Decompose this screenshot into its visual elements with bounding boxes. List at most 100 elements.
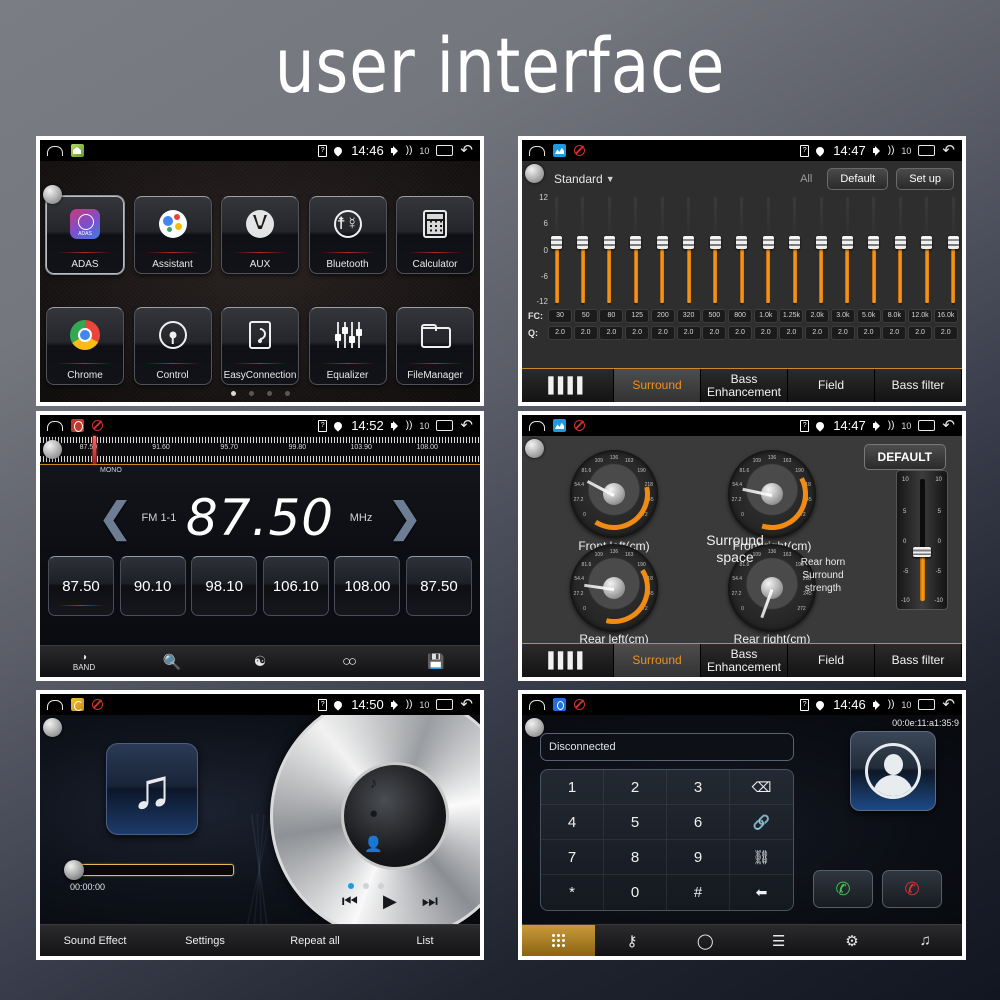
- knob-front-left[interactable]: 0 27.2 54.4 81.6 109 136 163 190 218 245 272: [570, 450, 658, 538]
- equalizer-app-icon[interactable]: [553, 419, 566, 432]
- app-tile-adas[interactable]: ADAS ADAS: [46, 196, 124, 274]
- settings-button[interactable]: Settings: [150, 925, 260, 956]
- eq-thumb[interactable]: [551, 235, 562, 249]
- eq-q-value[interactable]: 2.0: [753, 326, 778, 340]
- chevron-down-icon[interactable]: ▼: [606, 174, 615, 184]
- backspace-icon[interactable]: ⌫: [730, 770, 793, 805]
- eq-band-list[interactable]: [551, 197, 959, 305]
- band-button[interactable]: ◑ BAND: [40, 646, 128, 677]
- eq-fc-value[interactable]: 3.0k: [830, 309, 855, 323]
- volume-knob[interactable]: [525, 164, 544, 183]
- tab-surround[interactable]: Surround: [614, 644, 701, 677]
- back-icon[interactable]: ↶: [460, 418, 473, 433]
- eq-band-1.25k[interactable]: [789, 197, 801, 305]
- tab-bass-filter[interactable]: Bass filter: [875, 369, 962, 402]
- recents-icon[interactable]: [918, 420, 936, 431]
- eq-fc-value[interactable]: 320: [676, 309, 701, 323]
- recents-icon[interactable]: [436, 699, 454, 710]
- eq-fc-value[interactable]: 200: [650, 309, 675, 323]
- dial-key-5[interactable]: 5: [604, 805, 667, 840]
- number-input[interactable]: Disconnected: [540, 733, 794, 761]
- list-button[interactable]: List: [370, 925, 480, 956]
- eq-q-value[interactable]: 2.0: [830, 326, 855, 340]
- preset-button[interactable]: 90.10: [119, 556, 186, 616]
- eq-thumb[interactable]: [683, 235, 695, 249]
- app-tile-calculator[interactable]: Calculator: [396, 196, 474, 274]
- eq-fc-value[interactable]: 50: [573, 309, 598, 323]
- equalizer-tabbar[interactable]: ▌▌▌▌ Surround Bass Enhancement Field Bas…: [522, 368, 962, 402]
- eq-fc-value[interactable]: 2.0k: [805, 309, 830, 323]
- eq-band-500[interactable]: [709, 197, 721, 305]
- save-button[interactable]: 💾: [392, 646, 480, 677]
- tab-contacts[interactable]: ⚷: [595, 925, 668, 956]
- eq-q-value[interactable]: 2.0: [779, 326, 804, 340]
- knob-rear-left[interactable]: 0 27.2 54.4 81.6 109 136 163 190 218 245 272: [570, 544, 658, 632]
- eq-band-1.0k[interactable]: [762, 197, 774, 305]
- eq-band-8.0k[interactable]: [894, 197, 906, 305]
- eq-fc-value[interactable]: 8.0k: [882, 309, 907, 323]
- page-dot[interactable]: [378, 883, 384, 889]
- eq-band-80[interactable]: [603, 197, 615, 305]
- sound-effect-button[interactable]: Sound Effect: [40, 925, 150, 956]
- recents-icon[interactable]: [436, 145, 454, 156]
- eq-thumb[interactable]: [789, 235, 801, 249]
- eq-thumb[interactable]: [868, 235, 880, 249]
- back-icon[interactable]: ↶: [942, 418, 955, 433]
- eq-fc-value[interactable]: 30: [548, 309, 572, 323]
- back-icon[interactable]: ↶: [460, 697, 473, 712]
- home-icon[interactable]: [529, 145, 545, 156]
- bluetooth-app-icon[interactable]: [553, 698, 566, 711]
- eq-thumb[interactable]: [709, 235, 721, 249]
- eq-thumb[interactable]: [894, 235, 906, 249]
- tab-records[interactable]: ☰: [742, 925, 815, 956]
- tab-bass-enhancement[interactable]: Bass Enhancement: [701, 644, 788, 677]
- preset-button[interactable]: 98.10: [191, 556, 258, 616]
- eq-q-value[interactable]: 2.0: [599, 326, 624, 340]
- home-icon[interactable]: [529, 699, 545, 710]
- recents-icon[interactable]: [918, 145, 936, 156]
- radio-toolbar[interactable]: ◑ BAND 🔍 ☯ ○○ 💾: [40, 645, 480, 677]
- eq-thumb[interactable]: [841, 235, 853, 249]
- eq-q-value[interactable]: 2.0: [548, 326, 572, 340]
- app-tile-filemanager[interactable]: FileManager: [396, 307, 474, 385]
- eq-fc-value[interactable]: 500: [702, 309, 727, 323]
- artist-icon[interactable]: 👤: [364, 835, 383, 853]
- page-indicator[interactable]: [40, 391, 480, 396]
- volume-knob[interactable]: [43, 185, 62, 204]
- eq-thumb[interactable]: [815, 235, 827, 249]
- home-icon[interactable]: [47, 420, 63, 431]
- eq-band-12.0k[interactable]: [921, 197, 933, 305]
- call-buttons[interactable]: ✆ ✆: [813, 870, 942, 908]
- back-icon[interactable]: ↶: [942, 143, 955, 158]
- recents-icon[interactable]: [436, 420, 454, 431]
- app-tile-chrome[interactable]: Chrome: [46, 307, 124, 385]
- dial-keypad[interactable]: 1 2 3 ⌫ 4 5 6 🔗 7 8 9 ⛓ * 0 # ⬅: [540, 769, 794, 911]
- tab-settings[interactable]: ⚙: [815, 925, 888, 956]
- tab-keypad[interactable]: [522, 925, 596, 956]
- tuner-needle[interactable]: [92, 436, 96, 464]
- music-app-icon[interactable]: [71, 698, 84, 711]
- dial-key-0[interactable]: 0: [604, 875, 667, 910]
- launcher-icon[interactable]: [71, 144, 84, 157]
- stereo-button[interactable]: ○○: [304, 646, 392, 677]
- eq-fc-value[interactable]: 80: [599, 309, 624, 323]
- preset-button[interactable]: 87.50: [48, 556, 114, 616]
- surround-tabbar[interactable]: ▌▌▌▌ Surround Bass Enhancement Field Bas…: [522, 643, 962, 677]
- eq-fc-value[interactable]: 1.0k: [753, 309, 778, 323]
- eq-thumb[interactable]: [762, 235, 774, 249]
- panel-app-launcher[interactable]: ? 14:46 )) 10 ↶ ADAS ADAS Assistant AUX …: [36, 136, 484, 406]
- default-button[interactable]: Default: [827, 168, 889, 190]
- knob-front-right[interactable]: 0 27.2 54.4 81.6 109 136 163 190 218 245 272: [728, 450, 816, 538]
- page-dot[interactable]: [348, 883, 354, 889]
- eq-q-value[interactable]: 2.0: [573, 326, 598, 340]
- home-icon[interactable]: [47, 145, 63, 156]
- eq-q-value[interactable]: 2.0: [856, 326, 881, 340]
- eq-thumb[interactable]: [921, 235, 933, 249]
- tab-field[interactable]: Field: [788, 369, 875, 402]
- preset-button[interactable]: 87.50: [405, 556, 472, 616]
- app-tile-control[interactable]: Control: [133, 307, 212, 385]
- progress-bar[interactable]: [78, 864, 234, 876]
- tab-eq-sliders[interactable]: ▌▌▌▌: [522, 644, 614, 677]
- disc-side-icons[interactable]: ♪ ● 👤: [364, 775, 383, 853]
- next-icon[interactable]: ⏭: [422, 891, 438, 912]
